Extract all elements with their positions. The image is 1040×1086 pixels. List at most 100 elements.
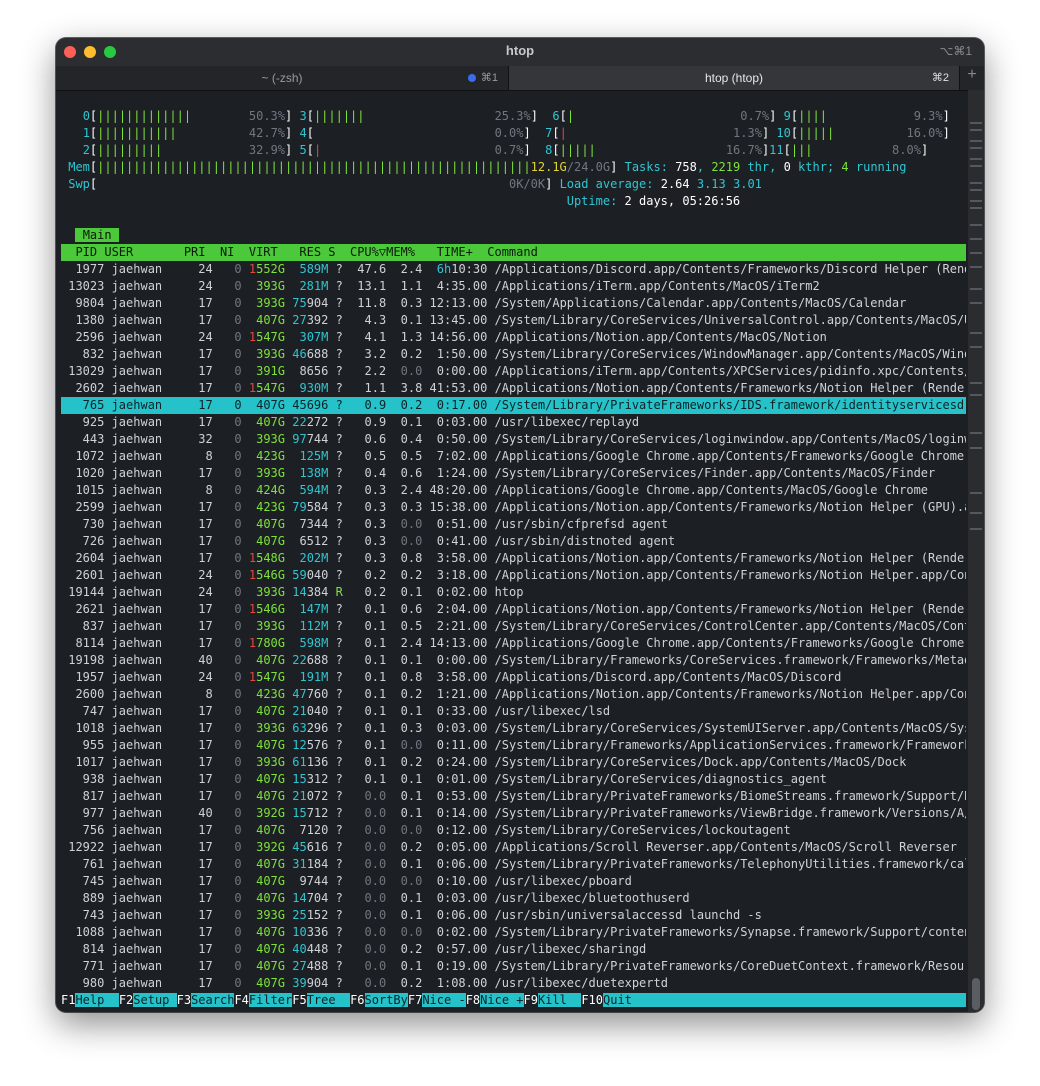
function-key-label[interactable]: Tree	[306, 993, 351, 1007]
mem-value: 12.1G	[530, 160, 567, 174]
process-row[interactable]: 2596 jaehwan 24 0 1547G 307M ? 4.1 1.3 1…	[61, 329, 966, 346]
process-row[interactable]: 938 jaehwan 17 0 407G 15312 ? 0.1 0.1 0:…	[61, 771, 966, 788]
process-row[interactable]: 980 jaehwan 17 0 407G 39904 ? 0.0 0.2 1:…	[61, 975, 966, 992]
process-row[interactable]: 8114 jaehwan 17 0 1780G 598M ? 0.1 2.4 1…	[61, 635, 966, 652]
function-key-label[interactable]: Kill	[537, 993, 582, 1007]
function-key-f7[interactable]: F7	[408, 993, 422, 1007]
process-row[interactable]: 1072 jaehwan 8 0 423G 125M ? 0.5 0.5 7:0…	[61, 448, 966, 465]
process-row[interactable]: 2604 jaehwan 17 0 1548G 202M ? 0.3 0.8 3…	[61, 550, 966, 567]
process-row[interactable]: 1017 jaehwan 17 0 393G 61136 ? 0.1 0.2 0…	[61, 754, 966, 771]
process-row[interactable]: 2600 jaehwan 8 0 423G 47760 ? 0.1 0.2 1:…	[61, 686, 966, 703]
title-bar[interactable]: htop ⌥⌘1	[56, 38, 984, 66]
process-row[interactable]: 1380 jaehwan 17 0 407G 27392 ? 4.3 0.1 1…	[61, 312, 966, 329]
process-row[interactable]: 12922 jaehwan 17 0 392G 45616 ? 0.0 0.2 …	[61, 839, 966, 856]
process-row[interactable]: 1088 jaehwan 17 0 407G 10336 ? 0.0 0.0 0…	[61, 924, 966, 941]
process-row[interactable]: 2599 jaehwan 17 0 423G 79584 ? 0.3 0.3 1…	[61, 499, 966, 516]
process-row[interactable]: 837 jaehwan 17 0 393G 112M ? 0.1 0.5 2:2…	[61, 618, 966, 635]
activity-dot-icon	[468, 74, 476, 82]
screen-tab-main[interactable]: Main	[75, 228, 119, 242]
process-row[interactable]: 1020 jaehwan 17 0 393G 138M ? 0.4 0.6 1:…	[61, 465, 966, 482]
process-row[interactable]: 730 jaehwan 17 0 407G 7344 ? 0.3 0.0 0:5…	[61, 516, 966, 533]
process-row[interactable]: 2601 jaehwan 24 0 1546G 59040 ? 0.2 0.2 …	[61, 567, 966, 584]
process-row[interactable]: 2602 jaehwan 17 0 1547G 930M ? 1.1 3.8 4…	[61, 380, 966, 397]
running-count: 4	[841, 160, 849, 174]
tab-zsh[interactable]: ~ (-zsh) ⌘1	[56, 66, 509, 90]
uptime-value: 2 days, 05:26:56	[624, 194, 741, 208]
cpu-label: 4	[299, 126, 307, 140]
process-row[interactable]: 817 jaehwan 17 0 407G 21072 ? 0.0 0.1 0:…	[61, 788, 966, 805]
function-key-label[interactable]: Nice -	[422, 993, 466, 1007]
process-row[interactable]: 19144 jaehwan 24 0 393G 14384 R 0.2 0.1 …	[61, 584, 966, 601]
swp-label: Swp	[68, 177, 90, 191]
process-row[interactable]: 765 jaehwan 17 0 407G 45696 ? 0.9 0.2 0:…	[61, 397, 966, 414]
function-key-label[interactable]: Setup	[133, 993, 177, 1007]
terminal-window: htop ⌥⌘1 ~ (-zsh) ⌘1 htop (htop) ⌘2 + 0[…	[56, 38, 984, 1012]
function-key-label[interactable]: Search	[191, 993, 235, 1007]
function-key-label[interactable]: Quit	[603, 993, 647, 1007]
process-row[interactable]: 743 jaehwan 17 0 393G 25152 ? 0.0 0.1 0:…	[61, 907, 966, 924]
process-row[interactable]: 747 jaehwan 17 0 407G 21040 ? 0.1 0.1 0:…	[61, 703, 966, 720]
new-tab-button[interactable]: +	[959, 66, 984, 90]
cpu-value: 25.3%	[494, 109, 531, 123]
function-key-f5[interactable]: F5	[292, 993, 306, 1007]
process-row[interactable]: 771 jaehwan 17 0 407G 27488 ? 0.0 0.1 0:…	[61, 958, 966, 975]
process-row[interactable]: 9804 jaehwan 17 0 393G 75904 ? 11.8 0.3 …	[61, 295, 966, 312]
function-key-f8[interactable]: F8	[466, 993, 480, 1007]
process-row[interactable]: 13023 jaehwan 24 0 393G 281M ? 13.1 1.1 …	[61, 278, 966, 295]
process-table-header[interactable]: PID USER PRI NI VIRT RES S CPU%▽MEM% TIM…	[61, 244, 966, 261]
process-row[interactable]: 1015 jaehwan 8 0 424G 594M ? 0.3 2.4 48:…	[61, 482, 966, 499]
function-key-f10[interactable]: F10	[581, 993, 603, 1007]
function-key-label[interactable]: Filter	[248, 993, 293, 1007]
swp-value: 0K/0K	[508, 177, 546, 191]
process-row[interactable]: 726 jaehwan 17 0 407G 6512 ? 0.3 0.0 0:4…	[61, 533, 966, 550]
process-row[interactable]: 761 jaehwan 17 0 407G 31184 ? 0.0 0.1 0:…	[61, 856, 966, 873]
terminal-minimap	[969, 102, 983, 542]
terminal-content[interactable]: 0[||||||||||||| 50.3%] 3[||||||| 25.3%] …	[61, 108, 966, 1010]
cpu-label: 9	[783, 109, 791, 123]
screen-tab-row: Main	[61, 227, 966, 244]
mem-label: Mem	[68, 160, 90, 174]
cpu-meter-row: 2[||||||||| 32.9%] 5[| 0.7%] 8[||||| 16.…	[82, 143, 929, 157]
function-key-f3[interactable]: F3	[177, 993, 191, 1007]
process-row[interactable]: 745 jaehwan 17 0 407G 9744 ? 0.0 0.0 0:1…	[61, 873, 966, 890]
process-row[interactable]: 443 jaehwan 32 0 393G 97744 ? 0.6 0.4 0:…	[61, 431, 966, 448]
process-row[interactable]: 814 jaehwan 17 0 407G 40448 ? 0.0 0.2 0:…	[61, 941, 966, 958]
tab-label: ~ (-zsh)	[261, 71, 303, 85]
process-row[interactable]: 13029 jaehwan 17 0 391G 8656 ? 2.2 0.0 0…	[61, 363, 966, 380]
function-key-f1[interactable]: F1	[61, 993, 75, 1007]
process-row[interactable]: 889 jaehwan 17 0 407G 14704 ? 0.0 0.1 0:…	[61, 890, 966, 907]
threads-count: 2219	[711, 160, 741, 174]
process-row[interactable]: 977 jaehwan 40 0 392G 15712 ? 0.0 0.1 0:…	[61, 805, 966, 822]
process-row[interactable]: 756 jaehwan 17 0 407G 7120 ? 0.0 0.0 0:1…	[61, 822, 966, 839]
mem-meter-row: Mem[||||||||||||||||||||||||||||||||||||…	[68, 160, 907, 174]
tab-htop[interactable]: htop (htop) ⌘2	[509, 66, 959, 90]
process-row[interactable]: 19198 jaehwan 40 0 407G 22688 ? 0.1 0.1 …	[61, 652, 966, 669]
cpu-value: 0.0%	[494, 126, 524, 140]
process-row[interactable]: 832 jaehwan 17 0 393G 46688 ? 3.2 0.2 1:…	[61, 346, 966, 363]
cpu-bars: |||||||||||||	[97, 109, 192, 123]
cpu-bars: ||||	[798, 109, 827, 123]
window-title: htop	[505, 43, 535, 58]
function-key-label[interactable]: Help	[75, 993, 119, 1007]
function-key-label[interactable]: SortBy	[364, 993, 408, 1007]
function-key-f4[interactable]: F4	[234, 993, 248, 1007]
function-key-f2[interactable]: F2	[119, 993, 133, 1007]
cpu-meter-row: 1[||||||||||| 42.7%] 4[ 0.0%] 7[| 1.3%] …	[82, 126, 950, 140]
process-row[interactable]: 955 jaehwan 17 0 407G 12576 ? 0.1 0.0 0:…	[61, 737, 966, 754]
scrollbar-thumb[interactable]	[972, 978, 980, 1010]
uptime-row: Uptime: 2 days, 05:26:56	[61, 193, 966, 210]
process-row[interactable]: 925 jaehwan 17 0 407G 22272 ? 0.9 0.1 0:…	[61, 414, 966, 431]
load-five: 3.13	[696, 177, 726, 191]
process-row[interactable]: 1977 jaehwan 24 0 1552G 589M ? 47.6 2.4 …	[61, 261, 966, 278]
function-key-label[interactable]: Nice +	[480, 993, 524, 1007]
function-key-f9[interactable]: F9	[524, 993, 538, 1007]
tab-bar: ~ (-zsh) ⌘1 htop (htop) ⌘2 +	[56, 66, 984, 91]
process-row[interactable]: 1957 jaehwan 24 0 1547G 191M ? 0.1 0.8 3…	[61, 669, 966, 686]
cpu-bars: |||||	[798, 126, 835, 140]
cpu-meter-row: 0[||||||||||||| 50.3%] 3[||||||| 25.3%] …	[82, 109, 950, 123]
cpu-bars: |	[559, 126, 567, 140]
function-key-f6[interactable]: F6	[350, 993, 364, 1007]
process-row[interactable]: 2621 jaehwan 17 0 1546G 147M ? 0.1 0.6 2…	[61, 601, 966, 618]
cpu-value: 9.3%	[913, 109, 943, 123]
process-row[interactable]: 1018 jaehwan 17 0 393G 63296 ? 0.1 0.3 0…	[61, 720, 966, 737]
